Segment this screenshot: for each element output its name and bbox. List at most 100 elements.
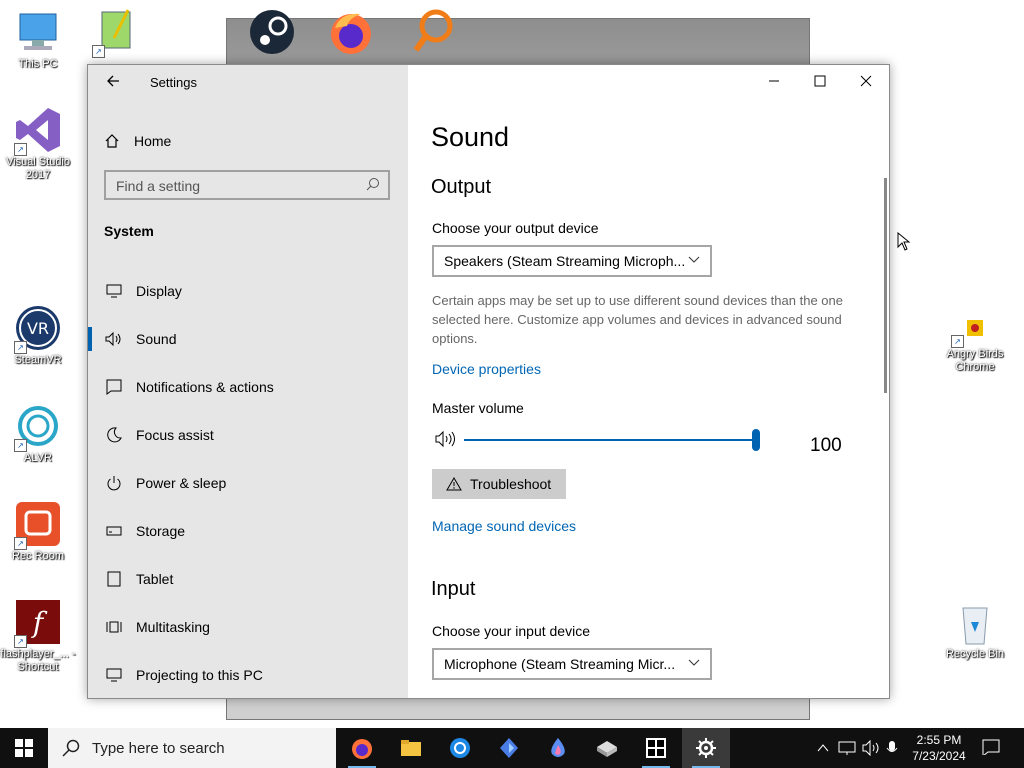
- desktop-icon-rec-room[interactable]: ↗ Rec Room: [0, 500, 76, 563]
- nav-item-label: Display: [136, 283, 182, 299]
- start-button[interactable]: [0, 728, 48, 768]
- input-device-label: Choose your input device: [432, 623, 590, 639]
- storage-icon: [104, 524, 124, 538]
- close-icon: [860, 75, 872, 87]
- folder-icon: [401, 740, 421, 756]
- firefox-desktop-icon[interactable]: [313, 8, 389, 56]
- shortcut-arrow-icon: ↗: [14, 439, 27, 452]
- desktop-icon-visual-studio[interactable]: ↗ Visual Studio 2017: [0, 106, 76, 182]
- desktop-icon-recycle-bin[interactable]: Recycle Bin: [937, 602, 1013, 661]
- master-volume-label: Master volume: [432, 400, 524, 416]
- shortcut-arrow-icon: ↗: [14, 143, 27, 156]
- volume-speaker-icon[interactable]: [435, 431, 457, 447]
- master-volume-track[interactable]: [464, 439, 754, 441]
- taskbar-chrome[interactable]: [436, 728, 484, 768]
- desktop-icon-label: This PC: [18, 58, 58, 70]
- home-icon: [105, 134, 119, 148]
- troubleshoot-label: Troubleshoot: [470, 476, 552, 492]
- device-properties-link[interactable]: Device properties: [432, 361, 541, 377]
- shortcut-arrow-icon: ↗: [14, 341, 27, 354]
- minimize-button[interactable]: [751, 65, 797, 97]
- desktop-icon-label: Rec Room: [12, 550, 64, 562]
- nav-home-label: Home: [134, 133, 172, 149]
- chevron-up-icon[interactable]: [816, 740, 830, 756]
- window-title: Settings: [150, 75, 197, 90]
- rec-room-icon: ↗: [14, 500, 62, 550]
- desktop-icon-label: Angry Birds Chrome: [946, 348, 1004, 373]
- master-volume-thumb[interactable]: [752, 429, 760, 451]
- mouse-cursor-icon: [897, 232, 911, 251]
- taskbar-drop-app[interactable]: [534, 728, 582, 768]
- find-setting-input[interactable]: Find a setting: [104, 170, 390, 200]
- notification-center-icon[interactable]: [982, 739, 1000, 755]
- desktop-icon-label: Visual Studio 2017: [5, 156, 70, 181]
- taskbar-file-explorer[interactable]: [387, 728, 435, 768]
- nav-item-label: Multitasking: [136, 619, 210, 635]
- shortcut-arrow-icon: ↗: [951, 335, 964, 348]
- warning-icon: [446, 477, 462, 491]
- nav-item-notifications[interactable]: Notifications & actions: [88, 367, 408, 407]
- package-icon: [597, 741, 617, 757]
- network-icon[interactable]: [838, 740, 856, 756]
- content-scrollbar[interactable]: [884, 178, 887, 393]
- taskbar-windows-app[interactable]: [632, 728, 680, 768]
- nav-item-label: Power & sleep: [136, 475, 227, 491]
- speaker-icon: [104, 332, 124, 346]
- firefox-icon: [352, 739, 372, 759]
- output-device-value: Speakers (Steam Streaming Microph...: [444, 253, 686, 269]
- nav-item-multitasking[interactable]: Multitasking: [88, 607, 408, 647]
- search-app-desktop-icon[interactable]: [394, 8, 470, 56]
- taskbar-settings[interactable]: [682, 728, 730, 768]
- taskbar-clock[interactable]: 2:55 PM 7/23/2024: [902, 732, 976, 764]
- desktop-icon-notepad[interactable]: ↗: [78, 8, 154, 58]
- desktop-icon-alvr[interactable]: ↗ ALVR: [0, 402, 76, 465]
- nav-item-focus-assist[interactable]: Focus assist: [88, 415, 408, 455]
- page-title: Sound: [431, 122, 510, 152]
- output-device-dropdown[interactable]: Speakers (Steam Streaming Microph...: [432, 245, 712, 277]
- taskbar-package-app[interactable]: [583, 728, 631, 768]
- clock-date: 7/23/2024: [912, 749, 966, 763]
- steam-icon: [248, 8, 296, 56]
- desktop-icon-flashplayer[interactable]: f ↗ flashplayer_... - Shortcut: [0, 598, 76, 674]
- desktop-icon-this-pc[interactable]: This PC: [0, 8, 76, 71]
- maximize-button[interactable]: [797, 65, 843, 97]
- nav-item-label: Notifications & actions: [136, 379, 274, 395]
- nav-item-label: Sound: [136, 331, 177, 347]
- multitasking-icon: [104, 619, 124, 635]
- nav-item-storage[interactable]: Storage: [88, 511, 408, 551]
- manage-sound-devices-link[interactable]: Manage sound devices: [432, 518, 576, 534]
- taskbar-bing[interactable]: [485, 728, 533, 768]
- back-button[interactable]: [104, 71, 124, 91]
- nav-item-tablet[interactable]: Tablet: [88, 559, 408, 599]
- master-volume-value: 100: [810, 435, 842, 456]
- nav-item-display[interactable]: Display: [88, 271, 408, 311]
- notepad-plus-icon: ↗: [92, 8, 140, 58]
- nav-item-label: Storage: [136, 523, 186, 539]
- nav-item-power-sleep[interactable]: Power & sleep: [88, 463, 408, 503]
- steam-desktop-icon[interactable]: [234, 8, 310, 56]
- settings-window: Settings Home Find a setting System Disp…: [87, 64, 890, 699]
- output-device-label: Choose your output device: [432, 220, 599, 236]
- back-arrow-icon: [107, 75, 119, 87]
- nav-home[interactable]: Home: [104, 129, 171, 153]
- troubleshoot-button[interactable]: Troubleshoot: [432, 469, 566, 499]
- nav-item-label: Focus assist: [136, 427, 214, 443]
- nav-item-projecting[interactable]: Projecting to this PC: [88, 655, 408, 695]
- taskbar: Type here to search 2:55 PM 7/23/2024: [0, 728, 1024, 768]
- search-icon: [366, 178, 379, 191]
- close-button[interactable]: [843, 65, 889, 97]
- nav-item-sound[interactable]: Sound: [88, 319, 408, 359]
- input-device-value: Microphone (Steam Streaming Micr...: [444, 656, 676, 672]
- microphone-icon[interactable]: [886, 740, 898, 756]
- taskbar-search-placeholder: Type here to search: [92, 739, 225, 757]
- desktop-icon-angry-birds[interactable]: ↗ Angry Birds Chrome: [937, 316, 1013, 374]
- bing-icon: [500, 738, 518, 758]
- desktop-icon-steamvr[interactable]: VR ↗ SteamVR: [0, 304, 76, 367]
- output-description: Certain apps may be set up to use differ…: [432, 293, 843, 346]
- taskbar-firefox[interactable]: [338, 728, 386, 768]
- desktop-icon-label: ALVR: [24, 452, 52, 464]
- chevron-down-icon: [688, 256, 700, 263]
- input-device-dropdown[interactable]: Microphone (Steam Streaming Micr...: [432, 648, 712, 680]
- taskbar-search-box[interactable]: Type here to search: [48, 728, 336, 768]
- volume-tray-icon[interactable]: [862, 740, 882, 756]
